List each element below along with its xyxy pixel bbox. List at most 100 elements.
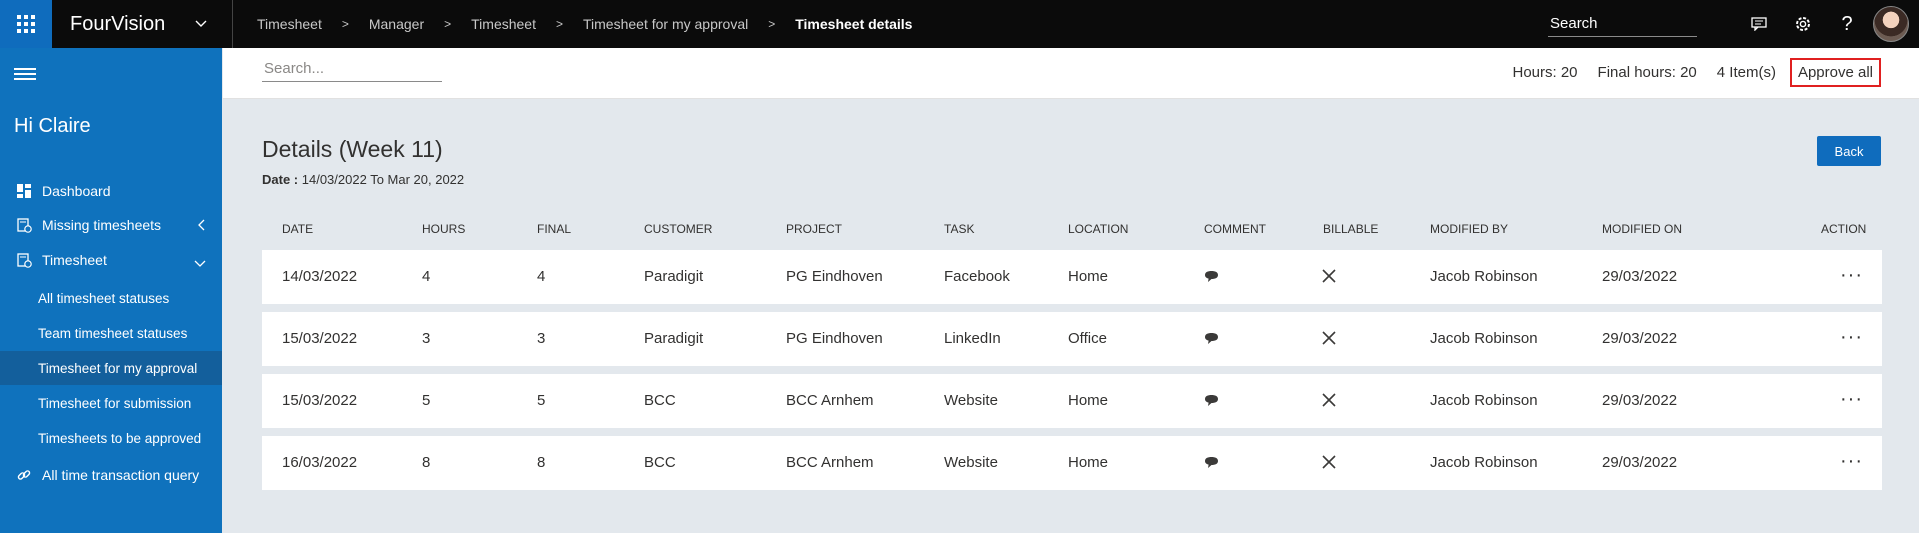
app-switcher-chevron-icon[interactable] xyxy=(186,0,216,48)
feedback-icon[interactable] xyxy=(1737,0,1781,48)
table-header: DATE HOURS FINAL CUSTOMER PROJECT TASK L… xyxy=(262,222,1882,242)
comment-icon[interactable] xyxy=(1204,394,1219,411)
more-actions-icon[interactable]: ··· xyxy=(1840,264,1863,287)
cell-modified-by: Jacob Robinson xyxy=(1430,330,1538,347)
date-label: Date : xyxy=(262,172,299,187)
summary-stats: Hours: 20 Final hours: 20 4 Item(s) Appr… xyxy=(1492,58,1881,87)
command-bar: Search... Hours: 20 Final hours: 20 4 It… xyxy=(223,48,1919,99)
top-bar: FourVision Timesheet > Manager > Timeshe… xyxy=(0,0,1919,48)
timesheet-icon xyxy=(16,217,32,233)
more-actions-icon[interactable]: ··· xyxy=(1840,326,1863,349)
cell-customer: Paradigit xyxy=(644,330,704,347)
sidebar-item-dashboard[interactable]: Dashboard xyxy=(0,174,222,208)
column-header-date[interactable]: DATE xyxy=(282,222,313,236)
top-right-controls: Search ? xyxy=(1548,0,1919,48)
column-header-comment[interactable]: COMMENT xyxy=(1204,222,1266,236)
table-row[interactable]: 15/03/2022 3 3 Paradigit PG Eindhoven Li… xyxy=(262,312,1882,366)
cell-modified-by: Jacob Robinson xyxy=(1430,268,1538,285)
not-billable-x-icon xyxy=(1322,393,1336,411)
app-title: FourVision xyxy=(70,12,166,35)
date-range: Date : 14/03/2022 To Mar 20, 2022 xyxy=(262,172,464,187)
sidebar: Hi Claire Dashboard Missing timesheets T… xyxy=(0,48,222,533)
column-header-final[interactable]: FINAL xyxy=(537,222,571,236)
cell-project: PG Eindhoven xyxy=(786,268,883,285)
cell-date: 15/03/2022 xyxy=(282,392,358,409)
column-header-location[interactable]: LOCATION xyxy=(1068,222,1128,236)
app-launcher-button[interactable] xyxy=(0,0,52,48)
approve-all-button[interactable]: Approve all xyxy=(1789,58,1881,87)
waffle-icon xyxy=(17,15,35,33)
breadcrumb-item[interactable]: Manager xyxy=(361,16,432,32)
cell-final: 3 xyxy=(537,330,546,347)
item-count: 4 Item(s) xyxy=(1716,64,1776,81)
cell-final: 4 xyxy=(537,268,546,285)
sidebar-item-time-transaction-query[interactable]: All time transaction query xyxy=(0,458,222,492)
breadcrumb: Timesheet > Manager > Timesheet > Timesh… xyxy=(249,16,920,32)
chevron-left-icon xyxy=(198,218,206,234)
table-row[interactable]: 15/03/2022 5 5 BCC BCC Arnhem Website Ho… xyxy=(262,374,1882,428)
breadcrumb-item[interactable]: Timesheet for my approval xyxy=(575,16,756,32)
cell-hours: 5 xyxy=(422,392,431,409)
cell-modified-by: Jacob Robinson xyxy=(1430,392,1538,409)
timesheet-icon xyxy=(16,252,32,268)
global-search-input[interactable]: Search xyxy=(1548,12,1697,37)
breadcrumb-item[interactable]: Timesheet xyxy=(463,16,544,32)
breadcrumb-current: Timesheet details xyxy=(795,16,913,32)
sidebar-subitem-for-submission[interactable]: Timesheet for submission xyxy=(0,386,222,420)
cell-task: Website xyxy=(944,392,998,409)
cell-date: 14/03/2022 xyxy=(282,268,358,285)
sidebar-subitem-team-statuses[interactable]: Team timesheet statuses xyxy=(0,316,222,350)
cell-date: 15/03/2022 xyxy=(282,330,358,347)
table-row[interactable]: 14/03/2022 4 4 Paradigit PG Eindhoven Fa… xyxy=(262,250,1882,304)
back-button[interactable]: Back xyxy=(1817,136,1881,166)
cell-task: Website xyxy=(944,454,998,471)
cell-modified-on: 29/03/2022 xyxy=(1602,392,1678,409)
hours-total: Hours: 20 xyxy=(1512,64,1578,81)
breadcrumb-item[interactable]: Timesheet xyxy=(249,16,330,32)
column-header-task[interactable]: TASK xyxy=(944,222,974,236)
column-header-customer[interactable]: CUSTOMER xyxy=(644,222,712,236)
column-header-billable[interactable]: BILLABLE xyxy=(1323,222,1378,236)
sidebar-subitem-all-statuses[interactable]: All timesheet statuses xyxy=(0,281,222,315)
breadcrumb-chevron-icon: > xyxy=(341,17,349,31)
hamburger-menu-icon[interactable] xyxy=(14,68,36,83)
sidebar-item-missing-timesheets[interactable]: Missing timesheets xyxy=(0,208,222,242)
sidebar-item-label: All time transaction query xyxy=(42,467,200,483)
sidebar-subitem-to-be-approved[interactable]: Timesheets to be approved xyxy=(0,421,222,455)
greeting: Hi Claire xyxy=(14,115,91,137)
cell-location: Home xyxy=(1068,454,1109,471)
cell-location: Home xyxy=(1068,392,1109,409)
not-billable-x-icon xyxy=(1322,269,1336,287)
cell-modified-on: 29/03/2022 xyxy=(1602,454,1678,471)
page-title: Details (Week 11) xyxy=(262,136,443,162)
cell-project: PG Eindhoven xyxy=(786,330,883,347)
cell-final: 5 xyxy=(537,392,546,409)
help-icon[interactable]: ? xyxy=(1825,0,1869,48)
dashboard-icon xyxy=(16,183,32,199)
comment-icon[interactable] xyxy=(1204,456,1219,473)
cell-customer: BCC xyxy=(644,454,676,471)
sidebar-item-timesheet[interactable]: Timesheet xyxy=(0,243,222,277)
cell-hours: 4 xyxy=(422,268,431,285)
link-icon xyxy=(16,467,32,483)
column-header-modified-on[interactable]: MODIFIED ON xyxy=(1602,222,1682,236)
cell-modified-on: 29/03/2022 xyxy=(1602,268,1678,285)
breadcrumb-chevron-icon: > xyxy=(555,17,563,31)
more-actions-icon[interactable]: ··· xyxy=(1840,388,1863,411)
sidebar-item-label: Dashboard xyxy=(42,183,111,199)
comment-icon[interactable] xyxy=(1204,332,1219,349)
search-input[interactable]: Search... xyxy=(262,60,442,82)
cell-hours: 3 xyxy=(422,330,431,347)
sidebar-subitem-for-my-approval[interactable]: Timesheet for my approval xyxy=(0,351,222,385)
comment-icon[interactable] xyxy=(1204,270,1219,287)
column-header-action: ACTION xyxy=(1821,222,1867,236)
cell-project: BCC Arnhem xyxy=(786,392,874,409)
avatar[interactable] xyxy=(1873,6,1909,42)
gear-icon[interactable] xyxy=(1781,0,1825,48)
column-header-modified-by[interactable]: MODIFIED BY xyxy=(1430,222,1508,236)
breadcrumb-chevron-icon: > xyxy=(444,17,452,31)
column-header-hours[interactable]: HOURS xyxy=(422,222,465,236)
column-header-project[interactable]: PROJECT xyxy=(786,222,842,236)
more-actions-icon[interactable]: ··· xyxy=(1840,450,1863,473)
table-row[interactable]: 16/03/2022 8 8 BCC BCC Arnhem Website Ho… xyxy=(262,436,1882,490)
